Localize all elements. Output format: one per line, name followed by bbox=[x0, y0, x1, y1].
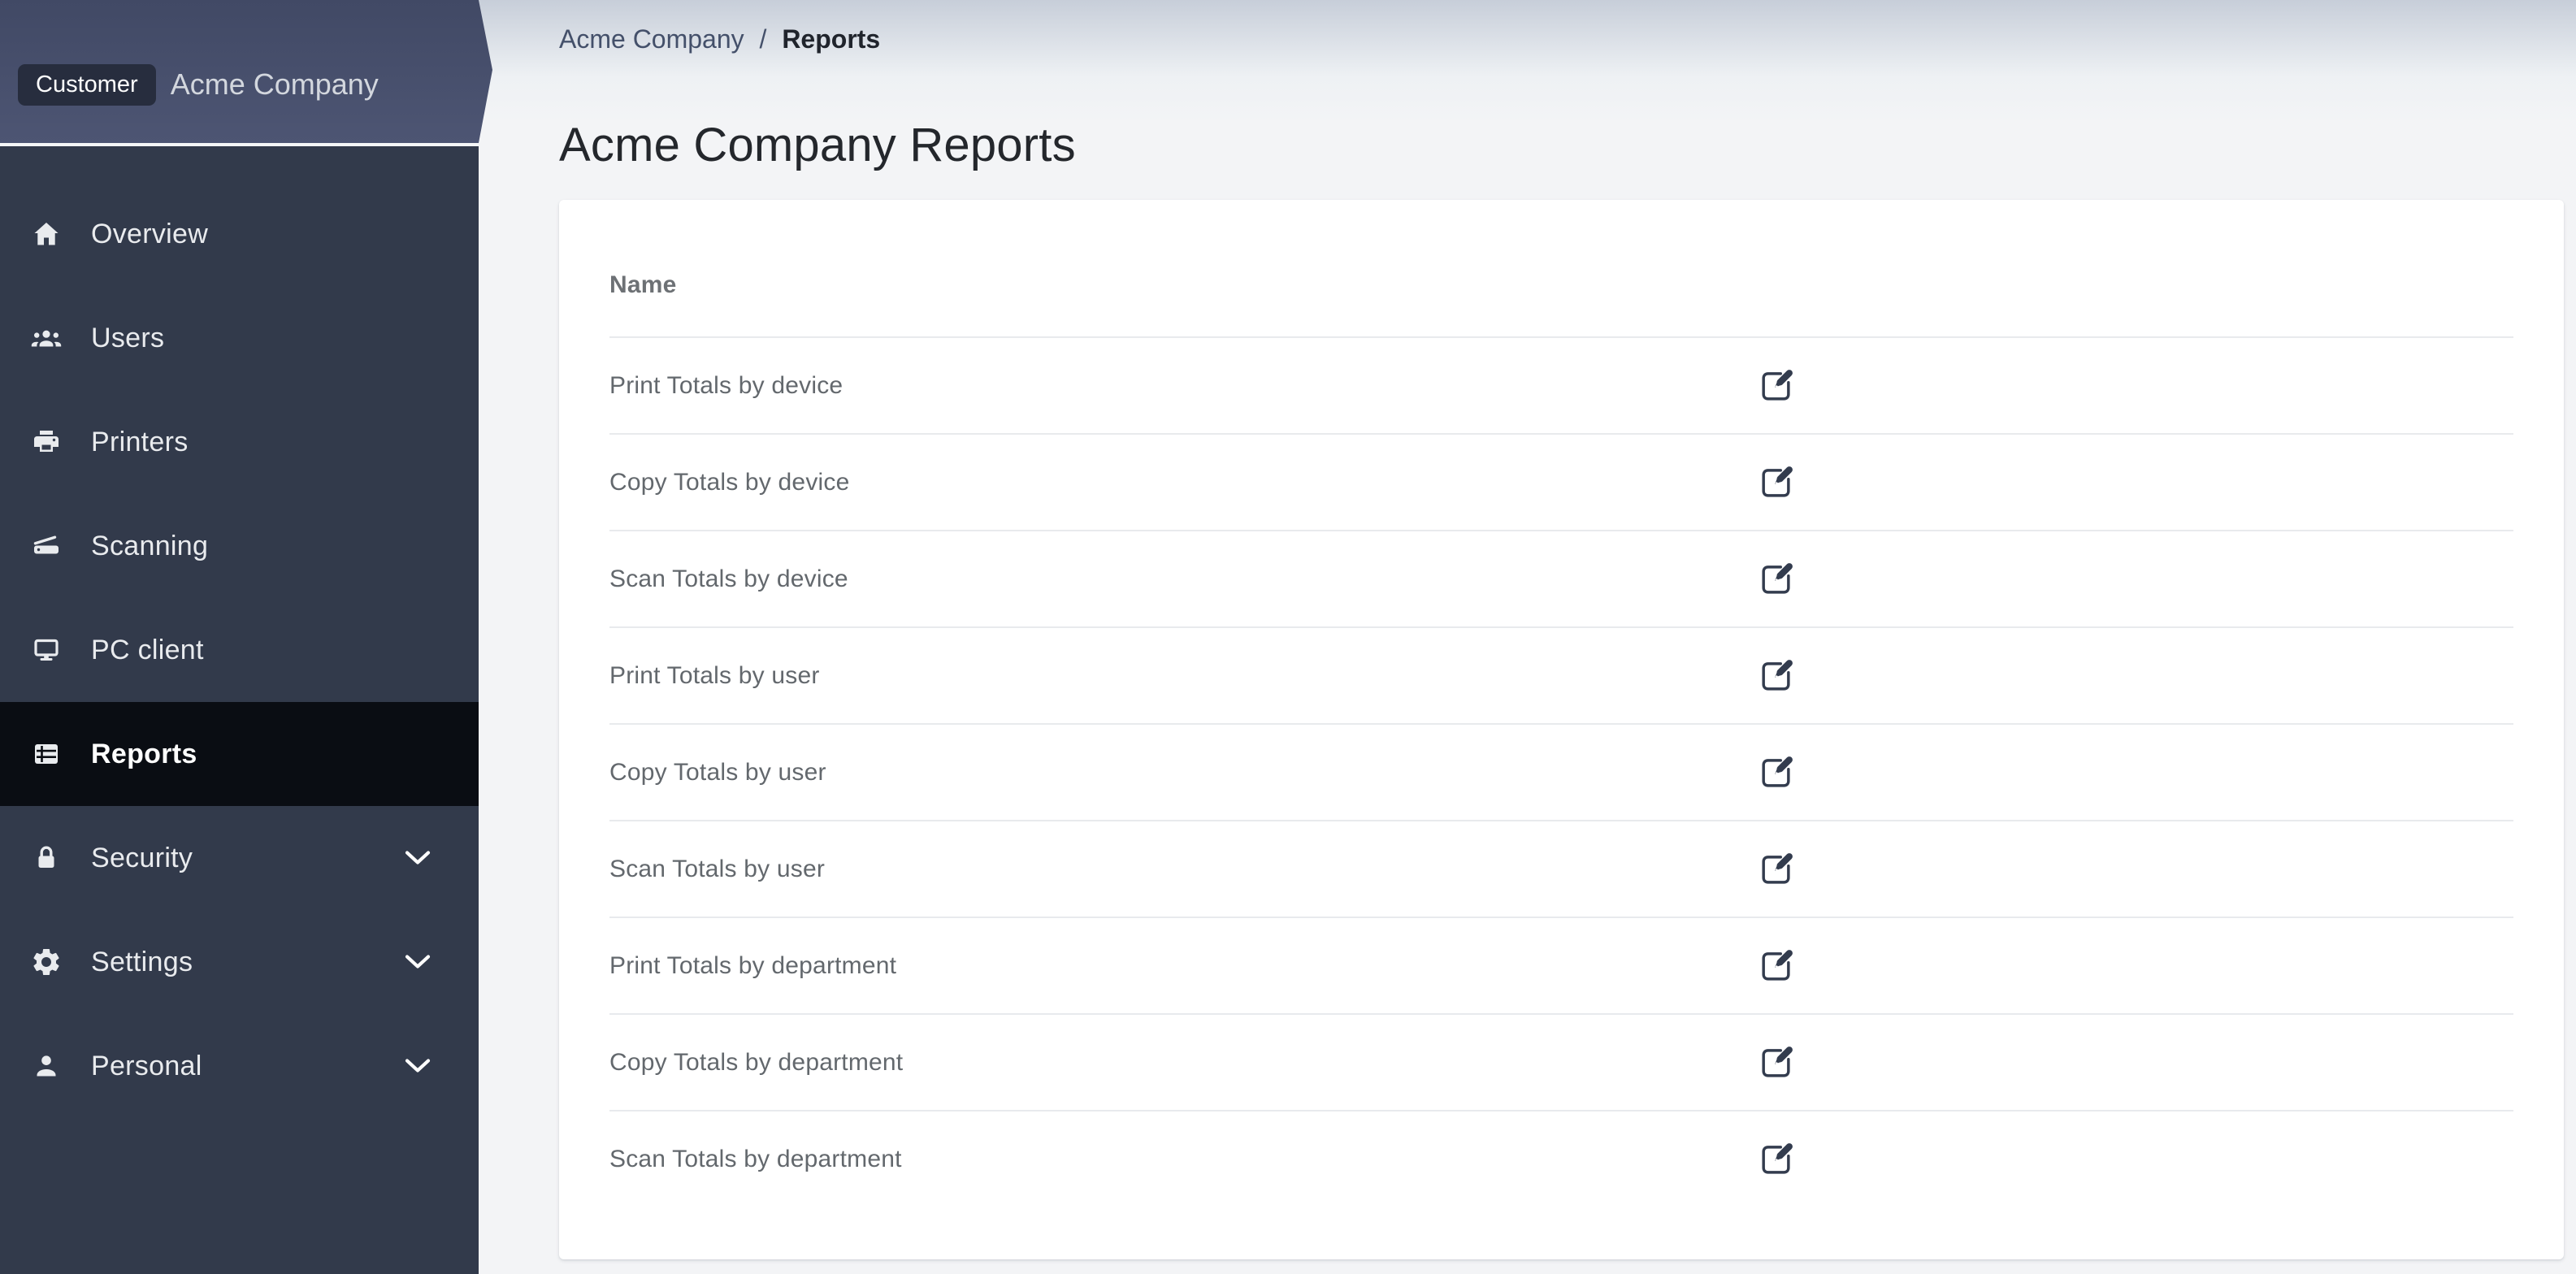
sidebar-item-label: Reports bbox=[91, 738, 197, 769]
main-content: Acme Company / Reports Acme Company Repo… bbox=[479, 0, 2576, 1274]
edit-icon bbox=[1758, 1044, 1795, 1081]
sidebar-nav: Overview Users Printers Scanning PC client Re… bbox=[0, 146, 479, 1118]
sidebar-item-label: Security bbox=[91, 842, 193, 873]
report-name: Print Totals by department bbox=[609, 951, 897, 979]
printer-icon bbox=[30, 426, 63, 458]
sidebar: Customer Acme Company Overview Users Print… bbox=[0, 0, 492, 1274]
scanner-icon bbox=[30, 530, 63, 562]
report-name: Scan Totals by device bbox=[609, 565, 848, 592]
table-row: Scan Totals by department bbox=[609, 1110, 2513, 1207]
sidebar-item-label: Personal bbox=[91, 1050, 202, 1081]
breadcrumb-separator: / bbox=[759, 24, 767, 54]
chevron-down-icon[interactable] bbox=[404, 953, 432, 971]
chevron-down-icon[interactable] bbox=[404, 849, 432, 867]
breadcrumb-link-company[interactable]: Acme Company bbox=[559, 24, 744, 54]
sidebar-item-label: Settings bbox=[91, 946, 193, 977]
table-row: Print Totals by department bbox=[609, 916, 2513, 1013]
reports-card: Name Print Totals by device Copy Totals b… bbox=[559, 200, 2564, 1259]
edit-report-button[interactable] bbox=[1758, 464, 1795, 501]
edit-report-button[interactable] bbox=[1758, 367, 1795, 405]
report-name: Copy Totals by department bbox=[609, 1048, 904, 1076]
edit-report-button[interactable] bbox=[1758, 851, 1795, 888]
column-header-name: Name bbox=[609, 271, 677, 298]
edit-icon bbox=[1758, 754, 1795, 791]
edit-report-button[interactable] bbox=[1758, 561, 1795, 598]
table-icon bbox=[30, 738, 63, 770]
edit-report-button[interactable] bbox=[1758, 754, 1795, 791]
report-name: Copy Totals by user bbox=[609, 758, 826, 786]
sidebar-item-overview[interactable]: Overview bbox=[0, 182, 479, 286]
sidebar-item-pc-client[interactable]: PC client bbox=[0, 598, 479, 702]
table-row: Print Totals by user bbox=[609, 626, 2513, 723]
sidebar-item-personal[interactable]: Personal bbox=[0, 1014, 479, 1118]
sidebar-item-scanning[interactable]: Scanning bbox=[0, 494, 479, 598]
sidebar-item-users[interactable]: Users bbox=[0, 286, 479, 390]
sidebar-item-label: Overview bbox=[91, 218, 209, 249]
edit-report-button[interactable] bbox=[1758, 657, 1795, 695]
edit-icon bbox=[1758, 851, 1795, 888]
sidebar-item-security[interactable]: Security bbox=[0, 806, 479, 910]
table-header-row: Name bbox=[609, 200, 2513, 336]
sidebar-item-label: Printers bbox=[91, 426, 189, 457]
breadcrumb: Acme Company / Reports bbox=[559, 24, 880, 54]
sidebar-item-label: Users bbox=[91, 322, 165, 353]
sidebar-item-label: PC client bbox=[91, 634, 204, 665]
edit-report-button[interactable] bbox=[1758, 947, 1795, 985]
table-row: Copy Totals by department bbox=[609, 1013, 2513, 1110]
company-name: Acme Company bbox=[170, 67, 379, 101]
report-name: Scan Totals by department bbox=[609, 1145, 902, 1172]
chevron-down-icon[interactable] bbox=[404, 1057, 432, 1075]
sidebar-item-label: Scanning bbox=[91, 530, 209, 561]
edit-icon bbox=[1758, 657, 1795, 695]
breadcrumb-current-page: Reports bbox=[782, 24, 881, 54]
edit-icon bbox=[1758, 367, 1795, 405]
gear-icon bbox=[30, 946, 63, 978]
report-name: Copy Totals by device bbox=[609, 468, 850, 496]
table-row: Scan Totals by device bbox=[609, 530, 2513, 626]
report-name: Print Totals by device bbox=[609, 371, 843, 399]
edit-icon bbox=[1758, 464, 1795, 501]
users-icon bbox=[30, 322, 63, 354]
sidebar-header-divider bbox=[0, 143, 479, 146]
monitor-icon bbox=[30, 634, 63, 666]
customer-badge: Customer bbox=[18, 63, 156, 106]
table-row: Copy Totals by user bbox=[609, 723, 2513, 820]
edit-icon bbox=[1758, 947, 1795, 985]
table-row: Copy Totals by device bbox=[609, 433, 2513, 530]
edit-report-button[interactable] bbox=[1758, 1044, 1795, 1081]
person-icon bbox=[30, 1050, 63, 1082]
edit-icon bbox=[1758, 1141, 1795, 1178]
table-row: Scan Totals by user bbox=[609, 820, 2513, 916]
edit-icon bbox=[1758, 561, 1795, 598]
sidebar-item-reports[interactable]: Reports bbox=[0, 702, 479, 806]
sidebar-header-band: Customer Acme Company bbox=[0, 0, 492, 143]
sidebar-item-printers[interactable]: Printers bbox=[0, 390, 479, 494]
edit-report-button[interactable] bbox=[1758, 1141, 1795, 1178]
table-row: Print Totals by device bbox=[609, 336, 2513, 433]
report-name: Scan Totals by user bbox=[609, 855, 826, 882]
page-title: Acme Company Reports bbox=[559, 118, 1076, 171]
sidebar-item-settings[interactable]: Settings bbox=[0, 910, 479, 1014]
lock-icon bbox=[30, 842, 63, 874]
report-name: Print Totals by user bbox=[609, 661, 820, 689]
reports-table: Print Totals by device Copy Totals by dev… bbox=[609, 336, 2513, 1207]
home-icon bbox=[30, 218, 63, 250]
app-root: { "sidebar": { "header": { "badge_label"… bbox=[0, 0, 2576, 1274]
